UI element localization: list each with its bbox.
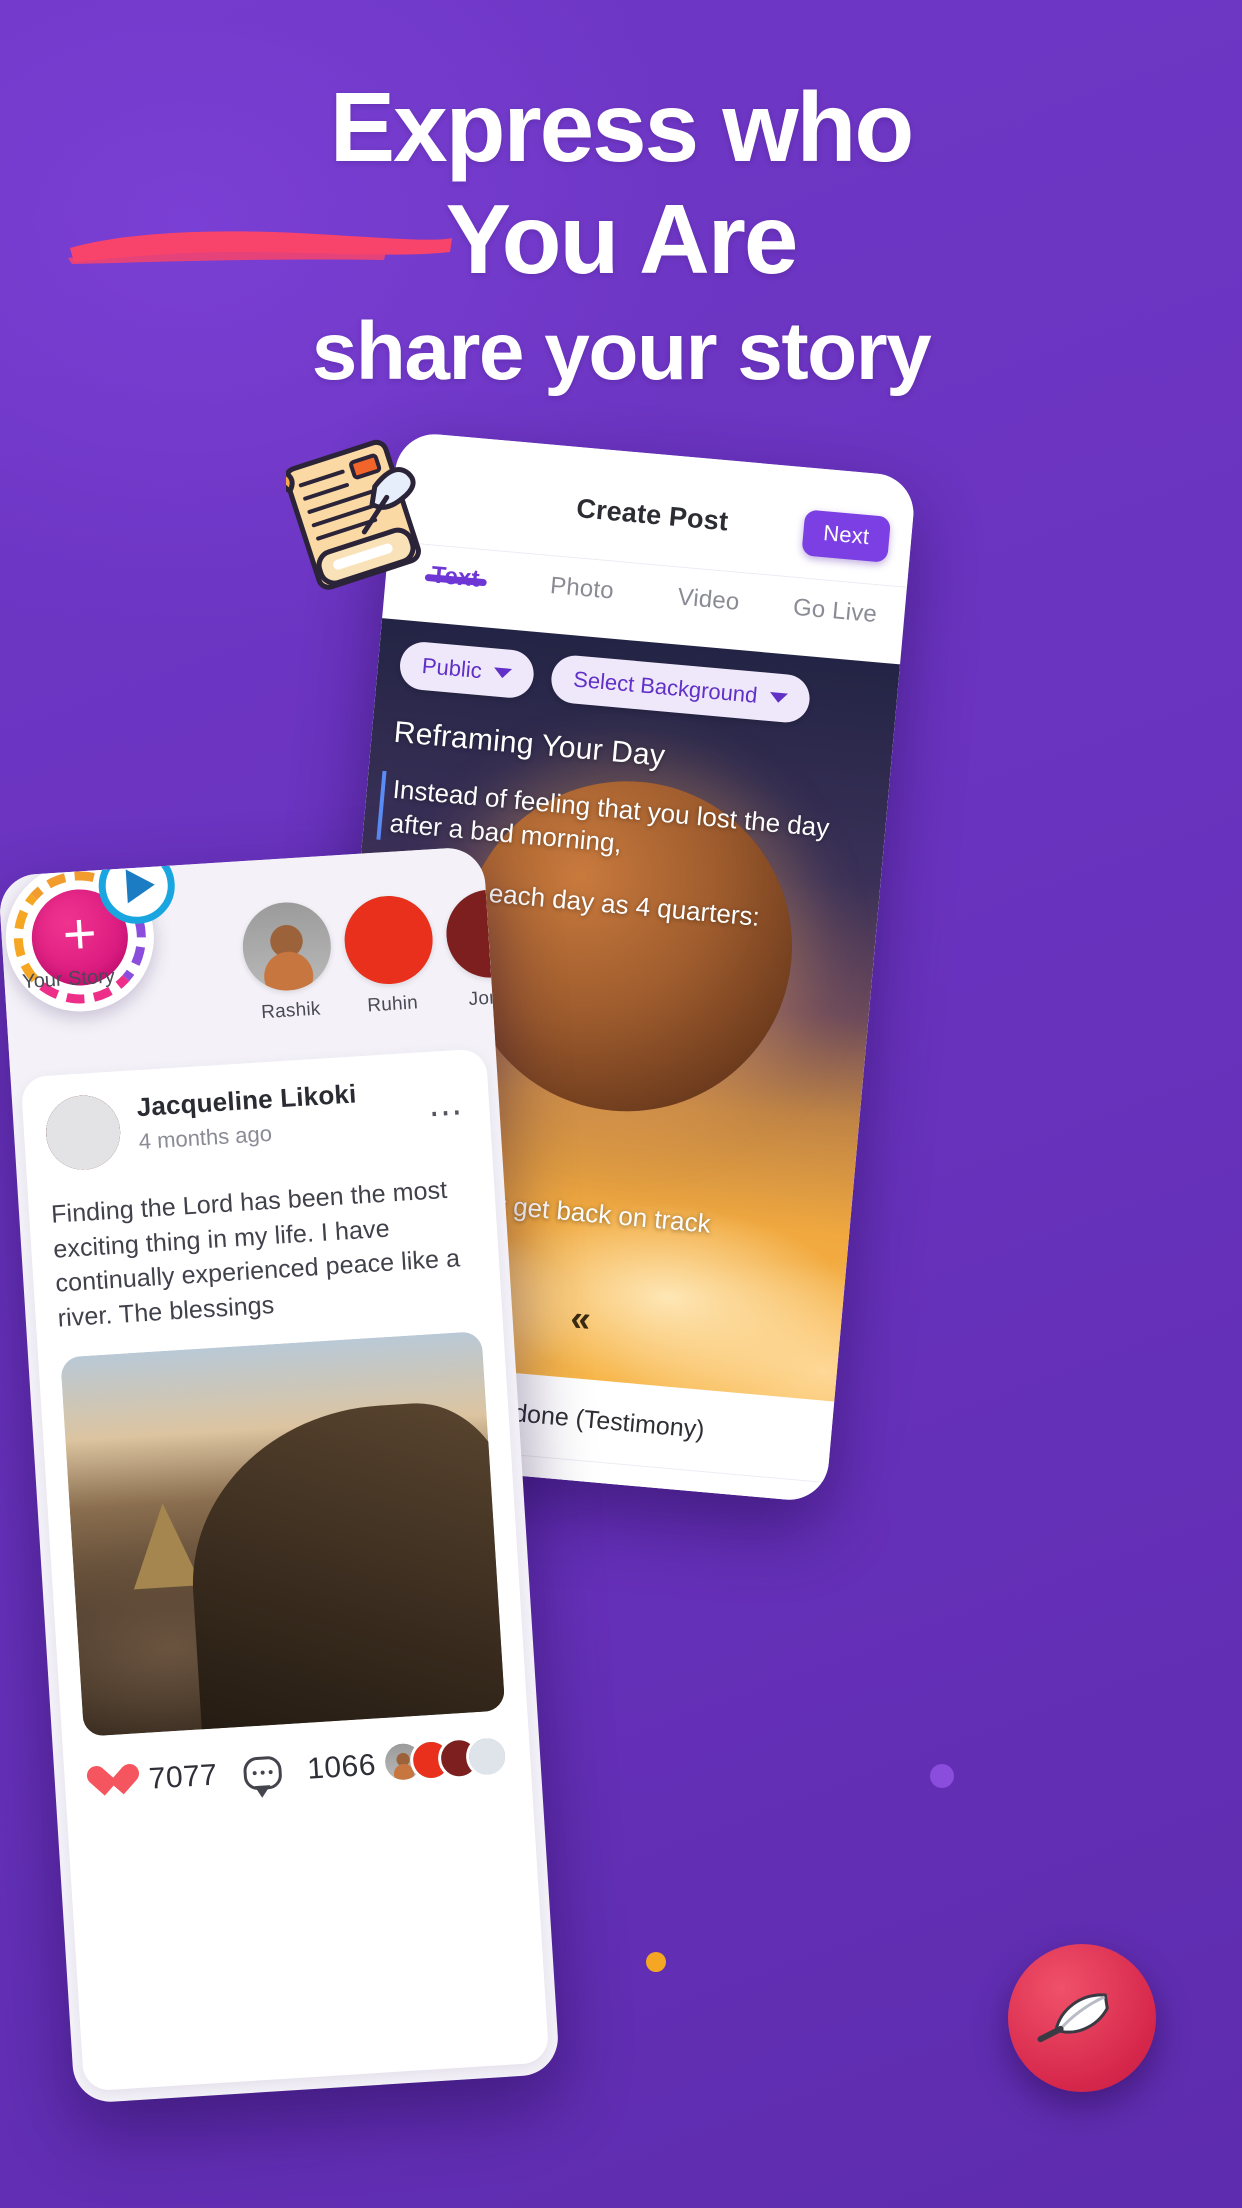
rock-ridge-shape <box>182 1397 506 1737</box>
compose-fab-button[interactable] <box>1008 1944 1156 2092</box>
story-item[interactable]: Ruhin <box>340 893 440 1035</box>
composer-option-pills: Public Select Background <box>397 640 812 725</box>
avatar <box>464 1734 510 1779</box>
select-background-label: Select Background <box>572 666 759 708</box>
headline-line-3: share your story <box>311 305 932 397</box>
confetti-dot <box>930 1764 954 1788</box>
rock-peak-shape <box>128 1500 202 1589</box>
more-horizontal-icon[interactable]: ⋯ <box>427 1093 466 1133</box>
avatar <box>341 893 436 987</box>
privacy-label: Public <box>420 652 483 684</box>
privacy-selector[interactable]: Public <box>397 640 536 700</box>
avatar <box>240 899 334 994</box>
post-image[interactable] <box>60 1331 506 1737</box>
story-label: Rashik <box>260 998 322 1024</box>
reactor-avatars[interactable] <box>380 1734 510 1785</box>
confetti-dot <box>646 1952 666 1972</box>
scroll-quill-illustration <box>286 439 421 590</box>
headline-line-1: Express who <box>329 72 915 182</box>
post-timestamp: 4 months ago <box>138 1120 273 1155</box>
your-story-add-button[interactable]: + Your Story <box>1 845 178 1016</box>
comment-count: 1066 <box>306 1748 377 1786</box>
heart-icon[interactable] <box>86 1765 124 1799</box>
feed-phone-mockup: + Your Story Rashik Ruhin Jonas Park <box>0 845 561 2105</box>
avatar-image <box>341 893 436 987</box>
avatar-image <box>240 899 334 994</box>
post-header: Jacqueline Likoki 4 months ago ⋯ <box>43 1072 470 1172</box>
hero-headline: Express who You Are share your story <box>0 72 1242 397</box>
play-triangle-icon <box>125 867 156 904</box>
story-label: Jonas <box>468 985 496 1011</box>
post-body-text: Finding the Lord has been the most excit… <box>50 1175 461 1333</box>
avatar-image <box>43 1093 123 1172</box>
feather-quill-icon <box>1037 1993 1109 2043</box>
avatar[interactable] <box>43 1093 123 1172</box>
plus-icon: + <box>60 900 99 968</box>
story-item[interactable]: Rashik <box>238 899 338 1042</box>
headline-line-2: You Are <box>445 183 799 294</box>
select-background-button[interactable]: Select Background <box>549 653 812 725</box>
feed-post-card: Jacqueline Likoki 4 months ago ⋯ Finding… <box>20 1048 550 2092</box>
like-count: 7077 <box>147 1758 219 1796</box>
story-your-story[interactable]: + Your Story <box>1 845 178 1055</box>
composer-post-title[interactable]: Reframing Your Day <box>392 716 667 774</box>
chevron-down-icon <box>493 667 513 679</box>
chevron-down-icon <box>768 691 788 704</box>
chevron-up-icon[interactable]: « <box>569 1297 593 1340</box>
post-engagement-bar: 7077 1066 <box>86 1734 510 1800</box>
comment-bubble-icon[interactable] <box>242 1754 283 1791</box>
next-button[interactable]: Next <box>801 509 892 563</box>
stories-strip[interactable]: + Your Story Rashik Ruhin Jonas Park <box>0 845 496 1073</box>
story-label: Ruhin <box>366 992 419 1017</box>
